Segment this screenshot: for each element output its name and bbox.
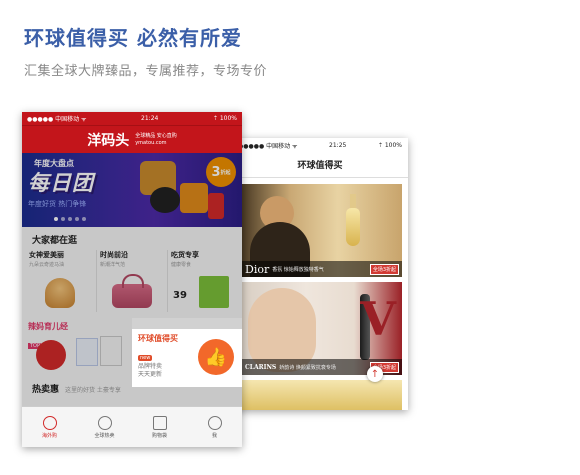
headphones-icon [150,187,180,213]
app-logo: 洋码头 [87,132,130,149]
page-title: 环球值得买 必然有所爱 [24,26,242,50]
battery: ⇡ 100% [377,141,402,149]
banner-next[interactable] [242,380,402,410]
category-title: 时尚前沿 [100,251,128,259]
card-title: 辣妈育儿经 [28,322,68,331]
thumbs-up-icon: 👍 [198,339,234,375]
jar-icon [180,183,208,213]
tab-cart[interactable]: 购物袋 [132,407,187,447]
banner-dior[interactable]: Dior 香氛 惊始释放独特香气 全场3折起 [242,184,402,277]
gift-icon [36,340,66,370]
tab-label: 全球热卖 [94,432,115,439]
price: 39 [173,290,187,301]
person-icon [207,415,222,430]
carousel-dot[interactable] [54,217,58,221]
clock: 21:24 [141,115,159,122]
banner-desc: 香氛 惊始释放独特香气 [272,266,324,273]
carrier: ●●●●● 中国移动 ᯤ [238,142,298,150]
tab-label: 我 [211,432,217,439]
tab-label: 海外购 [41,432,57,439]
app-slogan: 全球精品 安心直购 ymatou.com [135,133,177,146]
new-badge: new [138,355,153,361]
category-sub: 九朵云奇迹马油 [29,262,65,268]
bag-icon [152,415,167,430]
banner-clarins[interactable]: V CLARINS 娇韵诗 焕颜紧致抗衰专场 全场3折起 [242,282,402,375]
site-url: ymatou.com [135,139,167,146]
promo-tagline: 年度好货 热门争锋 [28,200,87,208]
category-fashion[interactable]: 时尚前沿 新潮洋气范 [97,250,168,312]
slogan-text: 全球精品 安心直购 [135,133,177,139]
banner-caption: Dior 香氛 惊始释放独特香气 全场3折起 [242,261,402,277]
app-header: 洋码头 全球精品 安心直购 ymatou.com [22,125,242,153]
promo-title: 每日团 [28,171,94,195]
category-food[interactable]: 吃货专享 健康零食 39 [168,250,238,312]
tab-bar: 海外购 全球热卖 购物袋 我 [22,406,242,447]
carousel-dot[interactable] [61,217,65,221]
carousel-dot[interactable] [68,217,72,221]
promo-banner[interactable]: 年度大盘点 每日团 年度好货 热门争锋 3 折起 [22,153,242,227]
category-title: 女神爱美丽 [29,251,64,259]
discount-unit: 折起 [220,169,231,176]
tab-label: 购物袋 [151,432,167,439]
status-bar: ●●●●● 中国移动 ᯤ 21:24 ⇡ 100% [22,112,242,125]
discount-tag: 全场3折起 [369,263,399,275]
back-to-top-icon[interactable]: ↑ [367,366,383,382]
tab-global[interactable]: 全球热卖 [77,407,132,447]
banner-desc: 娇韵诗 焕颜紧致抗衰专场 [279,364,336,371]
milk-box-icon [76,338,98,366]
carousel-dot[interactable] [82,217,86,221]
category-title: 吃货专享 [171,251,199,259]
category-sub: 健康零食 [171,262,192,268]
plane-icon [42,415,57,430]
brand-name: Dior [245,262,270,276]
section-title: 大家都在逛 [32,236,78,246]
global-deals-card[interactable]: 环球值得买 new 品牌特卖 天天更新 👍 [132,329,242,387]
v-logo: V [360,292,396,346]
phone-right: ●●●●● 中国移动 ᯤ 21:25 ⇡ 100% 环球值得买 Dior 香氛 … [232,138,408,410]
carrier: ●●●●● 中国移动 ᯤ [27,116,87,123]
cream-jar-icon [45,278,75,308]
globe-icon [97,415,112,430]
category-beauty[interactable]: 女神爱美丽 九朵云奇迹马油 [26,250,97,312]
category-sub: 新潮洋气范 [100,262,126,268]
brand-name: CLARINS [245,363,277,371]
discount-badge: 3 折起 [206,157,236,187]
tab-me[interactable]: 我 [187,407,242,447]
snack-box-icon [199,276,229,308]
milk-box-icon [100,336,122,366]
clock: 21:25 [329,141,347,149]
hot-sub: 这里的好货 土豪专享 [65,387,121,394]
page-subtitle: 汇集全球大牌臻品，专属推荐，专场专价 [24,64,268,79]
status-bar: ●●●●● 中国移动 ᯤ 21:25 ⇡ 100% [232,138,408,152]
perfume-bottle-icon [346,194,360,246]
carousel-dot[interactable] [75,217,79,221]
hot-title: 热卖惠 [32,385,60,395]
discount-value: 3 [211,164,221,180]
tab-overseas[interactable]: 海外购 [22,407,77,447]
carousel-dots[interactable] [54,217,86,221]
phone-left: ●●●●● 中国移动 ᯤ 21:24 ⇡ 100% 洋码头 全球精品 安心直购 … [22,112,242,447]
handbag-icon [112,274,152,308]
bottle-icon [208,193,224,219]
mom-baby-card[interactable]: 辣妈育儿经 TOP10 [22,318,132,376]
battery: ⇡ 100% [212,115,237,122]
category-grid: 女神爱美丽 九朵云奇迹马油 时尚前沿 新潮洋气范 吃货专享 健康零食 39 [22,250,242,312]
nav-title: 环球值得买 [232,152,408,178]
